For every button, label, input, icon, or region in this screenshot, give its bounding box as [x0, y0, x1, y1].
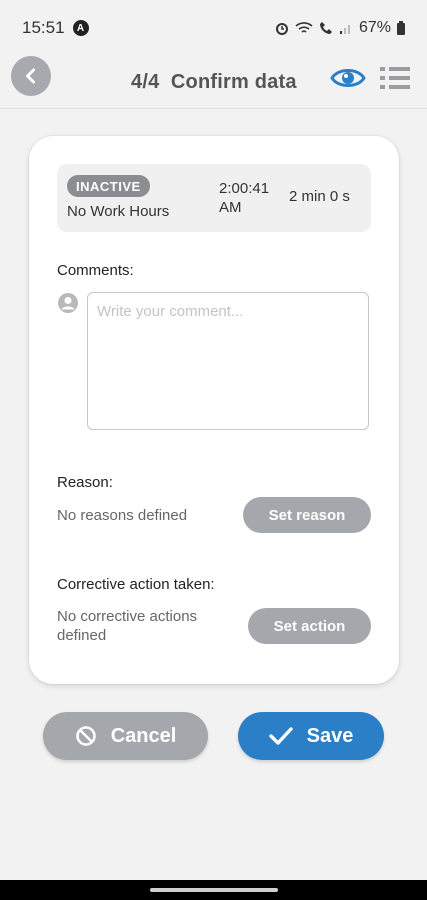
event-time: 2:00:41 AM [219, 180, 270, 216]
list-icon [380, 67, 410, 89]
save-label: Save [306, 724, 354, 747]
chevron-left-icon [26, 68, 35, 84]
app-header: 4/4 Confirm data [0, 56, 427, 109]
check-icon [268, 727, 293, 745]
reason-empty-text: No reasons defined [57, 507, 188, 524]
block-icon [75, 726, 96, 746]
cancel-label: Cancel [110, 724, 177, 747]
set-action-button[interactable]: Set action [248, 608, 371, 644]
battery-icon [397, 21, 405, 35]
signal-icon [339, 25, 350, 34]
status-right: 67% [275, 19, 405, 37]
menu-list-button[interactable] [379, 65, 411, 91]
event-duration: 2 min 0 s [289, 188, 350, 205]
confirm-card: INACTIVE No Work Hours 2:00:41 AM 2 min … [29, 136, 399, 684]
battery-level: 67% [358, 19, 391, 36]
reason-label: Reason: [57, 474, 113, 491]
preview-button[interactable] [330, 64, 366, 92]
user-avatar-icon [58, 293, 78, 313]
comments-label: Comments: [57, 262, 134, 279]
page-title: 4/4 Confirm data [131, 71, 297, 93]
clock: 15:51 [22, 18, 65, 37]
corrective-label: Corrective action taken: [57, 576, 215, 593]
cancel-button[interactable]: Cancel [43, 712, 208, 760]
call-icon [319, 22, 332, 34]
set-reason-button[interactable]: Set reason [243, 497, 371, 533]
system-nav-bar [0, 880, 427, 900]
alarm-icon [275, 23, 288, 35]
back-button[interactable] [11, 56, 51, 96]
status-left: 15:51 A [22, 18, 89, 38]
home-handle[interactable] [150, 888, 278, 892]
eye-icon [330, 69, 366, 87]
corrective-empty-text: No corrective actions defined [57, 608, 198, 644]
status-badge: INACTIVE [67, 175, 150, 197]
status-bar: 15:51 A 67% [0, 0, 427, 56]
app-indicator-icon: A [72, 20, 89, 36]
event-summary: INACTIVE No Work Hours 2:00:41 AM 2 min … [57, 164, 371, 232]
wifi-icon [295, 22, 313, 33]
event-label: No Work Hours [67, 203, 170, 220]
save-button[interactable]: Save [238, 712, 384, 760]
comment-input[interactable] [87, 292, 369, 430]
